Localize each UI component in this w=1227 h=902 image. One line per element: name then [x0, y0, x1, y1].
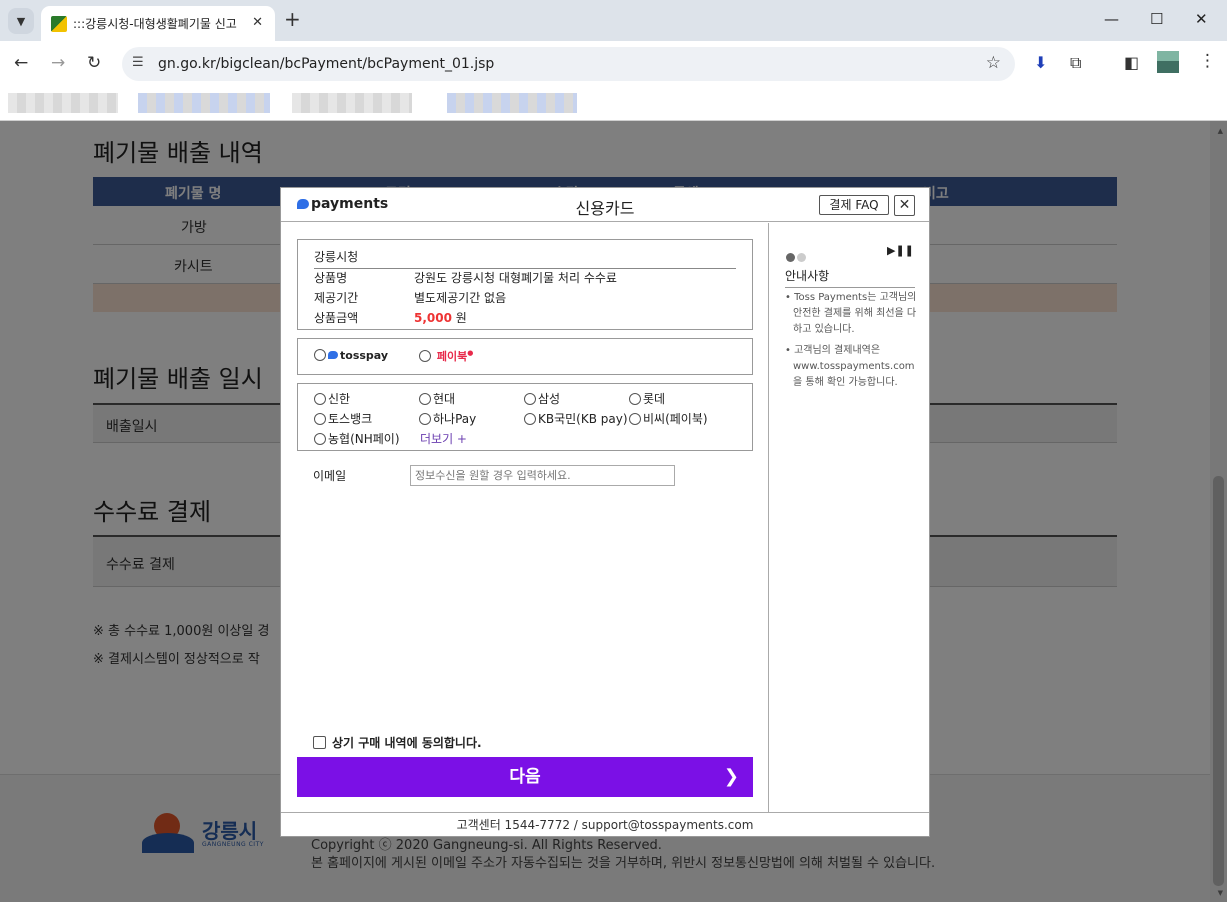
- side-panel-icon[interactable]: ◧: [1124, 53, 1139, 72]
- email-label: 이메일: [313, 469, 347, 483]
- minimize-icon[interactable]: —: [1104, 10, 1119, 28]
- guide-item: • 고객님의 결제내역은 www.tosspayments.com을 통해 확인…: [785, 345, 915, 388]
- bookmark-item[interactable]: [138, 93, 270, 113]
- card-option-samsung[interactable]: 삼성: [524, 390, 560, 407]
- guide-item: • Toss Payments는 고객님의 안전한 결제를 위해 최선을 다하고…: [785, 292, 917, 335]
- close-icon[interactable]: ✕: [894, 195, 915, 216]
- radio-icon: [419, 350, 431, 362]
- card-option-hyundai[interactable]: 현대: [419, 390, 455, 407]
- amount-label: 상품금액: [314, 311, 359, 325]
- guide-panel: ▶❚❚ 안내사항 • Toss Payments는 고객님의 안전한 결제를 위…: [770, 223, 929, 812]
- email-field[interactable]: 정보수신을 원할 경우 입력하세요.: [410, 465, 675, 486]
- download-extension-icon[interactable]: ⬇: [1034, 53, 1047, 72]
- agree-checkbox[interactable]: 상기 구매 내역에 동의합니다.: [313, 734, 482, 751]
- merchant-name: 강릉시청: [314, 248, 736, 269]
- product-label: 상품명: [314, 271, 348, 285]
- bookmark-star-icon[interactable]: ☆: [986, 53, 1001, 73]
- payment-faq-button[interactable]: 결제 FAQ: [819, 195, 889, 215]
- extensions-icon[interactable]: ⧉: [1070, 53, 1081, 73]
- card-option-hanapay[interactable]: 하나Pay: [419, 410, 476, 427]
- tosspay-logo-icon: [328, 351, 338, 359]
- card-option-nh[interactable]: 농협(NH페이): [314, 430, 400, 447]
- url-input[interactable]: ☰ gn.go.kr/bigclean/bcPayment/bcPayment_…: [122, 47, 1015, 81]
- bookmark-item[interactable]: [447, 93, 577, 113]
- tab-search-button[interactable]: ▼: [8, 8, 34, 34]
- period-label: 제공기간: [314, 291, 359, 305]
- url-text: gn.go.kr/bigclean/bcPayment/bcPayment_01…: [158, 56, 495, 72]
- slider-indicator[interactable]: [786, 247, 808, 266]
- order-info-box: 강릉시청 상품명 강원도 강릉시청 대형폐기물 처리 수수료 제공기간 별도제공…: [297, 239, 753, 330]
- close-tab-icon[interactable]: ✕: [252, 15, 263, 30]
- guide-title: 안내사항: [785, 267, 915, 288]
- card-option-tossbank[interactable]: 토스뱅크: [314, 410, 372, 427]
- maximize-icon[interactable]: ☐: [1150, 10, 1163, 28]
- period-value: 별도제공기간 없음: [414, 291, 507, 305]
- profile-avatar[interactable]: [1157, 51, 1179, 73]
- payment-modal: payments 신용카드 결제 FAQ ✕ 강릉시청 상품명 강원도 강릉시청…: [280, 187, 930, 837]
- reload-icon[interactable]: ↻: [87, 53, 101, 73]
- close-window-icon[interactable]: ✕: [1195, 10, 1208, 28]
- address-bar: ← → ↻ ☰ gn.go.kr/bigclean/bcPayment/bcPa…: [0, 41, 1227, 87]
- site-settings-icon[interactable]: ☰: [132, 55, 144, 70]
- amount-value: 5,000 원: [414, 311, 467, 325]
- back-icon[interactable]: ←: [14, 53, 28, 73]
- tab-title: :::강릉시청-대형생활폐기물 신고: [73, 17, 237, 31]
- next-button[interactable]: 다음 ❯: [297, 757, 753, 797]
- bookmark-item[interactable]: [8, 93, 118, 113]
- radio-icon: [314, 349, 326, 361]
- menu-kebab-icon[interactable]: ⋮: [1199, 51, 1216, 71]
- checkbox-icon: [313, 736, 326, 749]
- easy-pay-option-paybooc[interactable]: 페이북●: [419, 348, 473, 364]
- more-cards-link[interactable]: 더보기 +: [420, 430, 467, 447]
- modal-footer: 고객센터 1544-7772 / support@tosspayments.co…: [281, 812, 929, 837]
- new-tab-icon[interactable]: +: [284, 9, 301, 29]
- forward-icon[interactable]: →: [51, 53, 65, 73]
- tab-bar: ▼ :::강릉시청-대형생활폐기물 신고 ✕ + — ☐ ✕: [0, 0, 1227, 41]
- easy-pay-option-tosspay[interactable]: tosspay: [314, 348, 388, 362]
- product-value: 강원도 강릉시청 대형폐기물 처리 수수료: [414, 271, 617, 285]
- chevron-right-icon: ❯: [723, 766, 739, 787]
- site-favicon-icon: [51, 15, 67, 32]
- payment-form: 강릉시청 상품명 강원도 강릉시청 대형폐기물 처리 수수료 제공기간 별도제공…: [281, 223, 769, 812]
- card-option-shinhan[interactable]: 신한: [314, 390, 350, 407]
- card-select-box: 신한 현대 삼성 롯데 토스뱅크 하나Pay KB국민(KB pay) 비씨(페…: [297, 383, 753, 451]
- bookmarks-bar: [0, 87, 1227, 121]
- bookmark-item[interactable]: [292, 93, 412, 113]
- easy-pay-box: tosspay 페이북●: [297, 338, 753, 375]
- chevron-down-icon: ▼: [16, 14, 26, 28]
- card-option-lotte[interactable]: 롯데: [629, 390, 665, 407]
- modal-header: payments 신용카드 결제 FAQ ✕: [281, 188, 929, 222]
- card-option-kb[interactable]: KB국민(KB pay): [524, 410, 628, 427]
- browser-tab[interactable]: :::강릉시청-대형생활폐기물 신고 ✕: [41, 6, 275, 41]
- play-pause-icon[interactable]: ▶❚❚: [887, 244, 914, 257]
- card-option-bc[interactable]: 비씨(페이북): [629, 410, 708, 427]
